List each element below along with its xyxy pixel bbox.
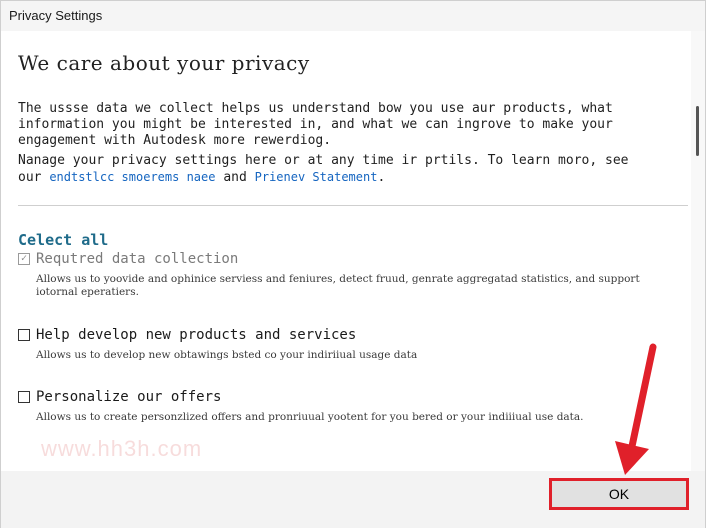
personalize-offers-label[interactable]: Personalize our offers [36,389,221,405]
option-develop-products: Help develop new products and services A… [18,327,678,362]
manage-paragraph: Nanage your privacy settings here or at … [18,153,658,186]
watermark-text: www.hh3h.com [41,436,203,461]
required-data-label: Requtred data collection [36,251,239,267]
develop-products-checkbox[interactable] [18,329,30,341]
and-text: and [223,170,247,185]
title-bar: Privacy Settings [1,1,705,31]
scrollbar-thumb[interactable] [696,106,699,156]
privacy-settings-window: Privacy Settings We care about your priv… [0,0,706,528]
privacy-settings-link[interactable]: endtstlcc smoerems naee [49,170,215,184]
develop-products-label[interactable]: Help develop new products and services [36,327,356,343]
vertical-scrollbar[interactable] [691,31,705,471]
personalize-offers-checkbox[interactable] [18,391,30,403]
section-divider [18,205,688,206]
required-data-checkbox: ✓ [18,253,30,265]
intro-paragraph: The ussse data we collect helps us under… [18,101,613,148]
develop-products-description: Allows us to develop new obtawings bsted… [36,349,418,361]
ok-button[interactable]: OK [549,478,689,510]
option-required-data: ✓ Requtred data collection Allows us to … [18,251,678,299]
select-all-link[interactable]: Celect all [18,231,108,249]
page-heading: We care about your privacy [18,51,310,75]
red-arrow-icon [615,343,657,475]
required-data-description: Allows us to yoovide and ophinice servie… [36,273,640,298]
option-personalize-offers: Personalize our offers Allows us to crea… [18,389,678,424]
window-title: Privacy Settings [9,8,103,23]
privacy-statement-link[interactable]: Prienev Statement [255,170,378,184]
personalize-offers-description: Allows us to create personzlized offers … [36,411,584,423]
period-text: . [377,170,386,185]
